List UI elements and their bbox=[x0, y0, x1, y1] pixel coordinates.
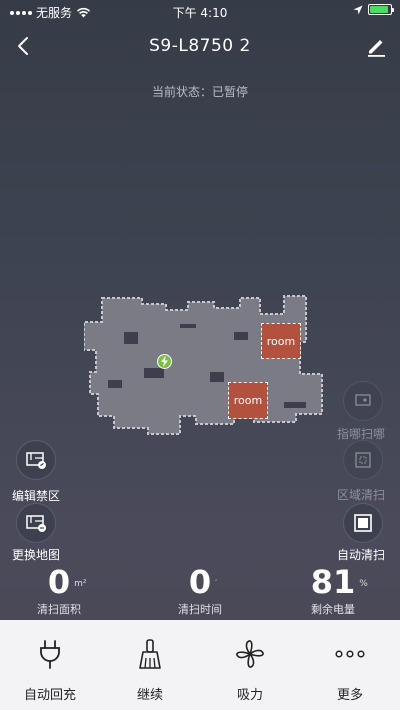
page-title: S9-L8750 2 bbox=[149, 36, 251, 56]
zone-clean-icon bbox=[355, 452, 371, 468]
broom-icon bbox=[135, 638, 165, 670]
room-tag[interactable]: room bbox=[228, 382, 268, 419]
switch-map-button[interactable] bbox=[16, 503, 56, 543]
edit-icon[interactable] bbox=[364, 34, 388, 58]
auto-clean-icon bbox=[354, 514, 372, 532]
clean-time-value: 0 bbox=[188, 563, 212, 601]
edit-no-go-zone-button[interactable] bbox=[16, 440, 56, 480]
point-clean-button[interactable] bbox=[343, 381, 383, 421]
continue-button[interactable]: 继续 bbox=[100, 620, 200, 710]
device-status: 当前状态：已暂停 bbox=[151, 85, 248, 99]
clean-area-value: 0 bbox=[47, 563, 71, 601]
target-clean-icon bbox=[355, 394, 371, 406]
auto-clean-button[interactable] bbox=[343, 503, 383, 543]
more-button[interactable]: 更多 bbox=[300, 620, 400, 710]
bottom-toolbar: 自动回充 继续 吸力 更多 bbox=[0, 620, 400, 710]
more-label: 更多 bbox=[336, 688, 363, 703]
switch-map-label: 更换地图 bbox=[12, 548, 61, 562]
room-tag[interactable]: room bbox=[261, 323, 301, 359]
charging-dock-icon bbox=[157, 354, 172, 369]
continue-label: 继续 bbox=[136, 688, 163, 703]
cleaning-map[interactable]: room room bbox=[83, 292, 324, 442]
recharge-button[interactable]: 自动回充 bbox=[0, 620, 100, 710]
status-bar: 无服务 下午 4:10 bbox=[0, 0, 400, 22]
location-arrow-icon bbox=[353, 5, 363, 14]
map-edit-icon bbox=[26, 452, 46, 469]
battery-unit: % bbox=[359, 579, 368, 589]
plug-icon bbox=[35, 638, 65, 670]
more-icon bbox=[335, 638, 365, 670]
map-switch-icon bbox=[26, 515, 46, 532]
clean-time-unit: ′ bbox=[215, 579, 218, 589]
recharge-label: 自动回充 bbox=[23, 688, 76, 703]
floor-plan bbox=[83, 295, 323, 435]
battery-value: 81 bbox=[310, 563, 356, 601]
edit-no-go-zone-label: 编辑禁区 bbox=[12, 489, 61, 503]
clean-time-label: 清扫时间 bbox=[178, 603, 222, 616]
stat-battery: 81% 剩余电量 bbox=[278, 563, 388, 617]
suction-button[interactable]: 吸力 bbox=[200, 620, 300, 710]
clean-area-label: 清扫面积 bbox=[37, 603, 81, 616]
clock: 下午 4:10 bbox=[172, 6, 228, 20]
auto-clean-label: 自动清扫 bbox=[337, 548, 386, 562]
suction-label: 吸力 bbox=[236, 688, 263, 703]
battery-icon bbox=[368, 4, 394, 15]
stat-clean-time: 0 ′ 清扫时间 bbox=[145, 563, 255, 617]
header: S9-L8750 2 bbox=[0, 28, 400, 64]
fan-icon bbox=[235, 638, 265, 670]
stat-clean-area: 0 m² 清扫面积 bbox=[4, 563, 114, 617]
zone-clean-label: 区域清扫 bbox=[337, 488, 386, 502]
zone-clean-button[interactable] bbox=[343, 440, 383, 480]
battery-label: 剩余电量 bbox=[311, 603, 355, 616]
clean-area-unit: m² bbox=[74, 579, 87, 589]
